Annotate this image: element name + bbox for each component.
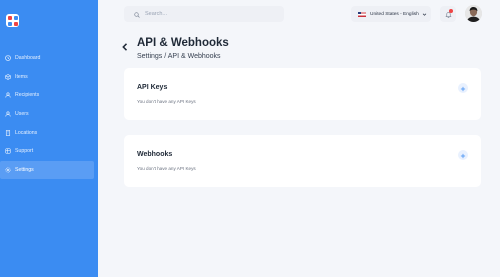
sidebar-item-locations[interactable]: Locations [0,123,98,142]
sidebar-item-settings[interactable]: Settings [0,160,94,180]
plus-icon [460,79,466,97]
sidebar-item-label: Locations [15,129,38,136]
support-icon [5,148,11,154]
sidebar-item-label: Support [15,148,34,155]
sidebar-item-users[interactable]: Users [0,105,98,124]
app-logo[interactable] [6,14,19,27]
empty-state-text: You don't have any API Keys [137,166,196,171]
sidebar: Dashboard Items Recipients Users Locatio… [0,0,98,277]
sidebar-item-recipients[interactable]: Recipients [0,86,98,105]
search-input[interactable] [145,11,265,17]
notifications-button[interactable] [440,6,456,22]
plus-icon [460,146,466,164]
add-api-key-button[interactable] [458,83,468,93]
card-title: Webhooks [137,151,173,158]
box-icon [5,74,11,80]
chevron-down-icon [422,12,427,17]
user-icon [5,111,11,117]
logo-cell [7,21,12,26]
card-title: API Keys [137,84,168,91]
sidebar-item-label: Recipients [15,92,40,99]
us-flag-icon [358,11,366,17]
search-icon [134,5,140,23]
sidebar-nav: Dashboard Items Recipients Users Locatio… [0,49,98,180]
user-icon [5,92,11,99]
empty-state-text: You don't have any API Keys [137,99,196,104]
sidebar-item-label: Settings [15,166,34,173]
language-label: United States - English [370,11,419,17]
api-keys-card: API Keys You don't have any API Keys [124,68,481,120]
sidebar-item-items[interactable]: Items [0,68,98,87]
search-bar[interactable] [124,6,284,22]
language-selector[interactable]: United States - English [351,6,431,22]
avatar[interactable] [465,5,482,22]
add-webhook-button[interactable] [458,150,468,160]
clock-icon [5,55,11,62]
sidebar-item-dashboard[interactable]: Dashboard [0,49,98,68]
webhooks-card: Webhooks You don't have any API Keys [124,135,481,187]
bell-icon [444,5,452,23]
page-title: API & Webhooks [137,37,229,49]
sidebar-item-support[interactable]: Support [0,142,98,161]
logo-cell [7,15,12,20]
logo-cell [13,15,18,20]
sidebar-item-label: Dashboard [15,55,41,62]
logo-cell [13,21,18,26]
building-icon [5,129,11,136]
gear-icon [5,167,11,173]
breadcrumb: Settings / API & Webhooks [137,53,221,60]
sidebar-item-label: Users [15,111,29,118]
sidebar-item-label: Items [15,73,28,80]
notification-badge [449,9,453,13]
back-arrow-icon[interactable] [120,39,130,51]
